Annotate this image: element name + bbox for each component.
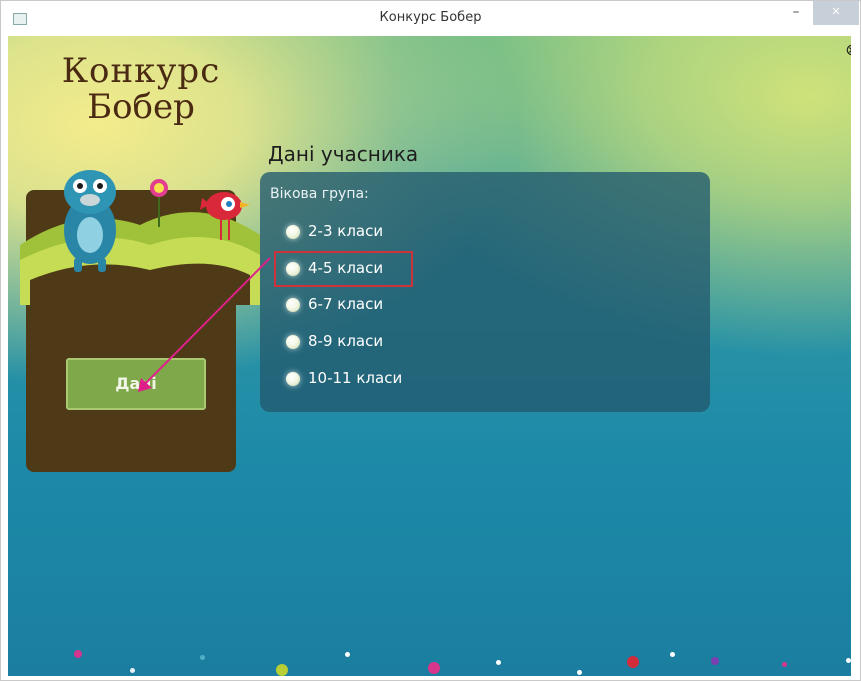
confetti-dot (496, 660, 501, 665)
confetti-dot (130, 668, 135, 673)
confetti-dot (428, 662, 440, 674)
confetti-dot (670, 652, 675, 657)
confetti-dot (711, 657, 719, 665)
confetti-dot (345, 652, 350, 657)
confetti-dot (782, 662, 787, 667)
confetti-dot (627, 656, 639, 668)
confetti-dot (276, 664, 288, 676)
confetti-dot (577, 670, 582, 675)
confetti-dot (74, 650, 82, 658)
confetti-dot (200, 655, 205, 660)
annotation-arrow (138, 257, 271, 392)
confetti-dot (846, 658, 851, 663)
